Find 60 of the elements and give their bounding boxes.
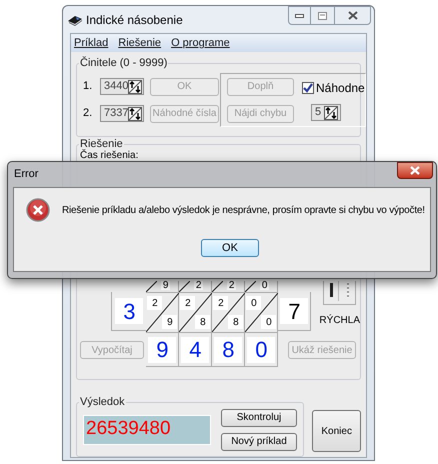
diagonal-line (212, 281, 224, 292)
partial-product-digit: 2 (226, 281, 236, 290)
tick-marks-icon (338, 281, 350, 301)
spin-field[interactable]: 7337 (100, 105, 144, 122)
close-icon (410, 166, 420, 175)
menu-item[interactable]: Príklad (74, 34, 108, 52)
speed-label: RÝCHLA (319, 313, 360, 328)
error-icon (26, 198, 50, 222)
checkbox-label: Náhodne (316, 80, 365, 97)
partial-product-digit: 2 (180, 296, 196, 310)
minimize-button[interactable] (288, 6, 311, 25)
maximize-icon (318, 12, 327, 20)
group-title: Výsledok (79, 396, 126, 408)
checkbox[interactable] (302, 82, 314, 94)
diagonal-line (146, 281, 158, 292)
partial-product-digit: 2 (194, 281, 204, 290)
diagonal-line (179, 281, 190, 292)
result-digit: 8 (214, 336, 242, 362)
partial-product-digit: 0 (246, 296, 262, 310)
result-digit: 0 (247, 336, 276, 362)
dialog-title: Error (14, 167, 38, 182)
partial-product-digit: 8 (228, 315, 244, 329)
close-button[interactable] (334, 6, 371, 25)
minimize-icon (295, 14, 304, 18)
ok-button[interactable]: OK (201, 239, 259, 257)
dialog-message: Riešenie príkladu a/alebo výsledok je nesprávne, prosím opravte si chybu vo výpočte! (62, 204, 425, 218)
spin-arrows-icon (128, 106, 142, 120)
spin-field[interactable]: 3440 (100, 78, 144, 95)
spin-arrows-icon (128, 80, 142, 94)
multiplier-digit: 7 (280, 298, 308, 324)
close-button[interactable] (397, 162, 433, 179)
check-icon (303, 83, 313, 93)
partial-product-digit: 0 (260, 281, 270, 290)
partial-product-digit: 9 (162, 315, 178, 329)
result-digit: 4 (181, 336, 210, 362)
new-example-button[interactable]: Nový príklad (221, 432, 297, 450)
exit-button[interactable]: Koniec (312, 410, 361, 452)
partial-product-digit: 2 (213, 296, 228, 310)
group-title: Činitele (0 - 9999) (79, 57, 168, 69)
menu-item[interactable]: Riešenie (118, 34, 162, 52)
maximize-button[interactable] (311, 6, 334, 25)
window-title: Indické násobenie (86, 12, 183, 28)
check-button[interactable]: Skontroluj (221, 408, 297, 426)
result-digit: 9 (148, 336, 176, 362)
time-label: Čas riešenia: (80, 151, 138, 161)
close-icon (348, 11, 358, 20)
spin-field[interactable]: 5 (311, 104, 341, 121)
diagonal-line (245, 281, 256, 292)
partial-product-digit: 8 (195, 315, 210, 329)
spin-arrows-icon (324, 106, 338, 120)
partial-product-digit: 2 (147, 296, 162, 310)
result-field: 26539480 (83, 414, 211, 444)
group-title: Riešenie (79, 138, 124, 150)
partial-product-digit: 9 (160, 281, 170, 290)
multiplier-digit: 3 (115, 298, 144, 324)
row-label: 1. (83, 79, 94, 94)
partial-product-digit: 0 (261, 315, 276, 329)
slider-thumb[interactable] (330, 282, 333, 297)
row-label: 2. (83, 106, 94, 122)
menu-item[interactable]: O programe (171, 34, 230, 52)
